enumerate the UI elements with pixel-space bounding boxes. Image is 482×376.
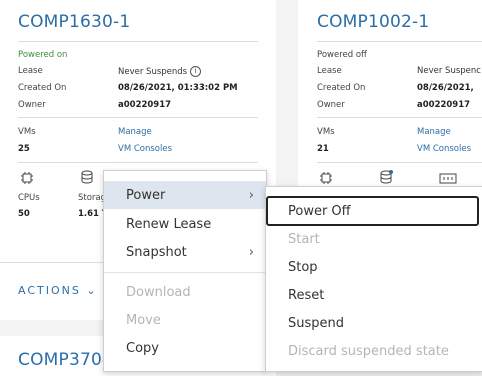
- chevron-right-icon: ›: [248, 245, 254, 260]
- menu-item-label: Move: [126, 312, 161, 328]
- menu-item-renew-lease[interactable]: Renew Lease: [104, 210, 266, 238]
- cpu-icon: [320, 172, 332, 184]
- divider: [18, 41, 258, 42]
- power-submenu: Power Off Start Stop Reset Suspend Disca…: [265, 186, 482, 372]
- owner-label: Owner: [18, 100, 46, 110]
- menu-item-label: Stop: [288, 259, 318, 275]
- actions-menu: Power › Renew Lease Snapshot › Download …: [103, 170, 267, 372]
- cpu-icon: [21, 172, 33, 184]
- menu-item-label: Download: [126, 284, 191, 300]
- menu-item-download: Download: [104, 278, 266, 306]
- owner-value: a00220917: [118, 100, 172, 110]
- vms-value: 25: [18, 144, 30, 154]
- card-title[interactable]: COMP3704: [18, 350, 113, 370]
- menu-item-stop[interactable]: Stop: [266, 253, 482, 281]
- created-value: 08/26/2021, 01:33:02 PM: [118, 83, 238, 93]
- lease-value-text: Never Suspends: [118, 67, 188, 77]
- chevron-down-icon: ⌄: [86, 284, 96, 297]
- menu-separator: [104, 272, 266, 273]
- vm-consoles-link[interactable]: VM Consoles: [417, 144, 471, 154]
- owner-label: Owner: [317, 100, 345, 110]
- storage-icon: [81, 170, 93, 184]
- storage-label: Storag: [78, 193, 107, 203]
- vm-consoles-link[interactable]: VM Consoles: [118, 144, 172, 154]
- menu-item-label: Suspend: [288, 315, 345, 331]
- info-icon[interactable]: i: [189, 66, 201, 77]
- status-label: Powered on: [18, 50, 68, 60]
- lease-label: Lease: [18, 66, 43, 76]
- storage-icon: [380, 170, 393, 184]
- actions-label: ACTIONS: [18, 284, 81, 297]
- menu-item-start: Start: [266, 225, 482, 253]
- menu-item-label: Discard suspended state: [288, 343, 449, 359]
- owner-value: a00220917: [417, 100, 471, 110]
- menu-item-label: Reset: [288, 287, 325, 303]
- menu-item-copy[interactable]: Copy: [104, 334, 266, 362]
- menu-item-label: Copy: [126, 340, 159, 356]
- memory-icon: [439, 173, 457, 184]
- divider: [317, 162, 482, 163]
- actions-button[interactable]: ACTIONS ⌄: [18, 284, 96, 297]
- cpus-value: 50: [18, 209, 30, 219]
- menu-item-snapshot[interactable]: Snapshot ›: [104, 238, 266, 266]
- manage-link[interactable]: Manage: [417, 127, 451, 137]
- menu-item-label: Start: [288, 231, 320, 247]
- focus-ring: [266, 196, 479, 226]
- menu-item-discard-suspended-state: Discard suspended state: [266, 337, 482, 365]
- vms-label: VMs: [18, 127, 36, 137]
- vms-label: VMs: [317, 127, 335, 137]
- menu-item-reset[interactable]: Reset: [266, 281, 482, 309]
- divider: [18, 117, 258, 118]
- menu-item-power[interactable]: Power ›: [104, 181, 266, 209]
- divider: [317, 117, 482, 118]
- menu-item-label: Renew Lease: [126, 216, 212, 232]
- created-label: Created On: [18, 83, 67, 93]
- chevron-right-icon: ›: [248, 188, 254, 203]
- lease-value: Never Suspends i: [118, 66, 201, 77]
- menu-item-suspend[interactable]: Suspend: [266, 309, 482, 337]
- created-value: 08/26/2021,: [417, 83, 474, 93]
- card-title[interactable]: COMP1630-1: [18, 12, 130, 32]
- vms-value: 21: [317, 144, 329, 154]
- status-label: Powered off: [317, 50, 367, 60]
- manage-link[interactable]: Manage: [118, 127, 152, 137]
- card-title[interactable]: COMP1002-1: [317, 12, 429, 32]
- cpus-label: CPUs: [18, 193, 40, 203]
- divider: [18, 162, 258, 163]
- divider: [317, 41, 482, 42]
- menu-item-move: Move: [104, 306, 266, 334]
- lease-label: Lease: [317, 66, 342, 76]
- menu-item-label: Snapshot: [126, 244, 187, 260]
- lease-value: Never Suspenc: [417, 66, 481, 76]
- menu-item-label: Power: [126, 187, 166, 203]
- created-label: Created On: [317, 83, 366, 93]
